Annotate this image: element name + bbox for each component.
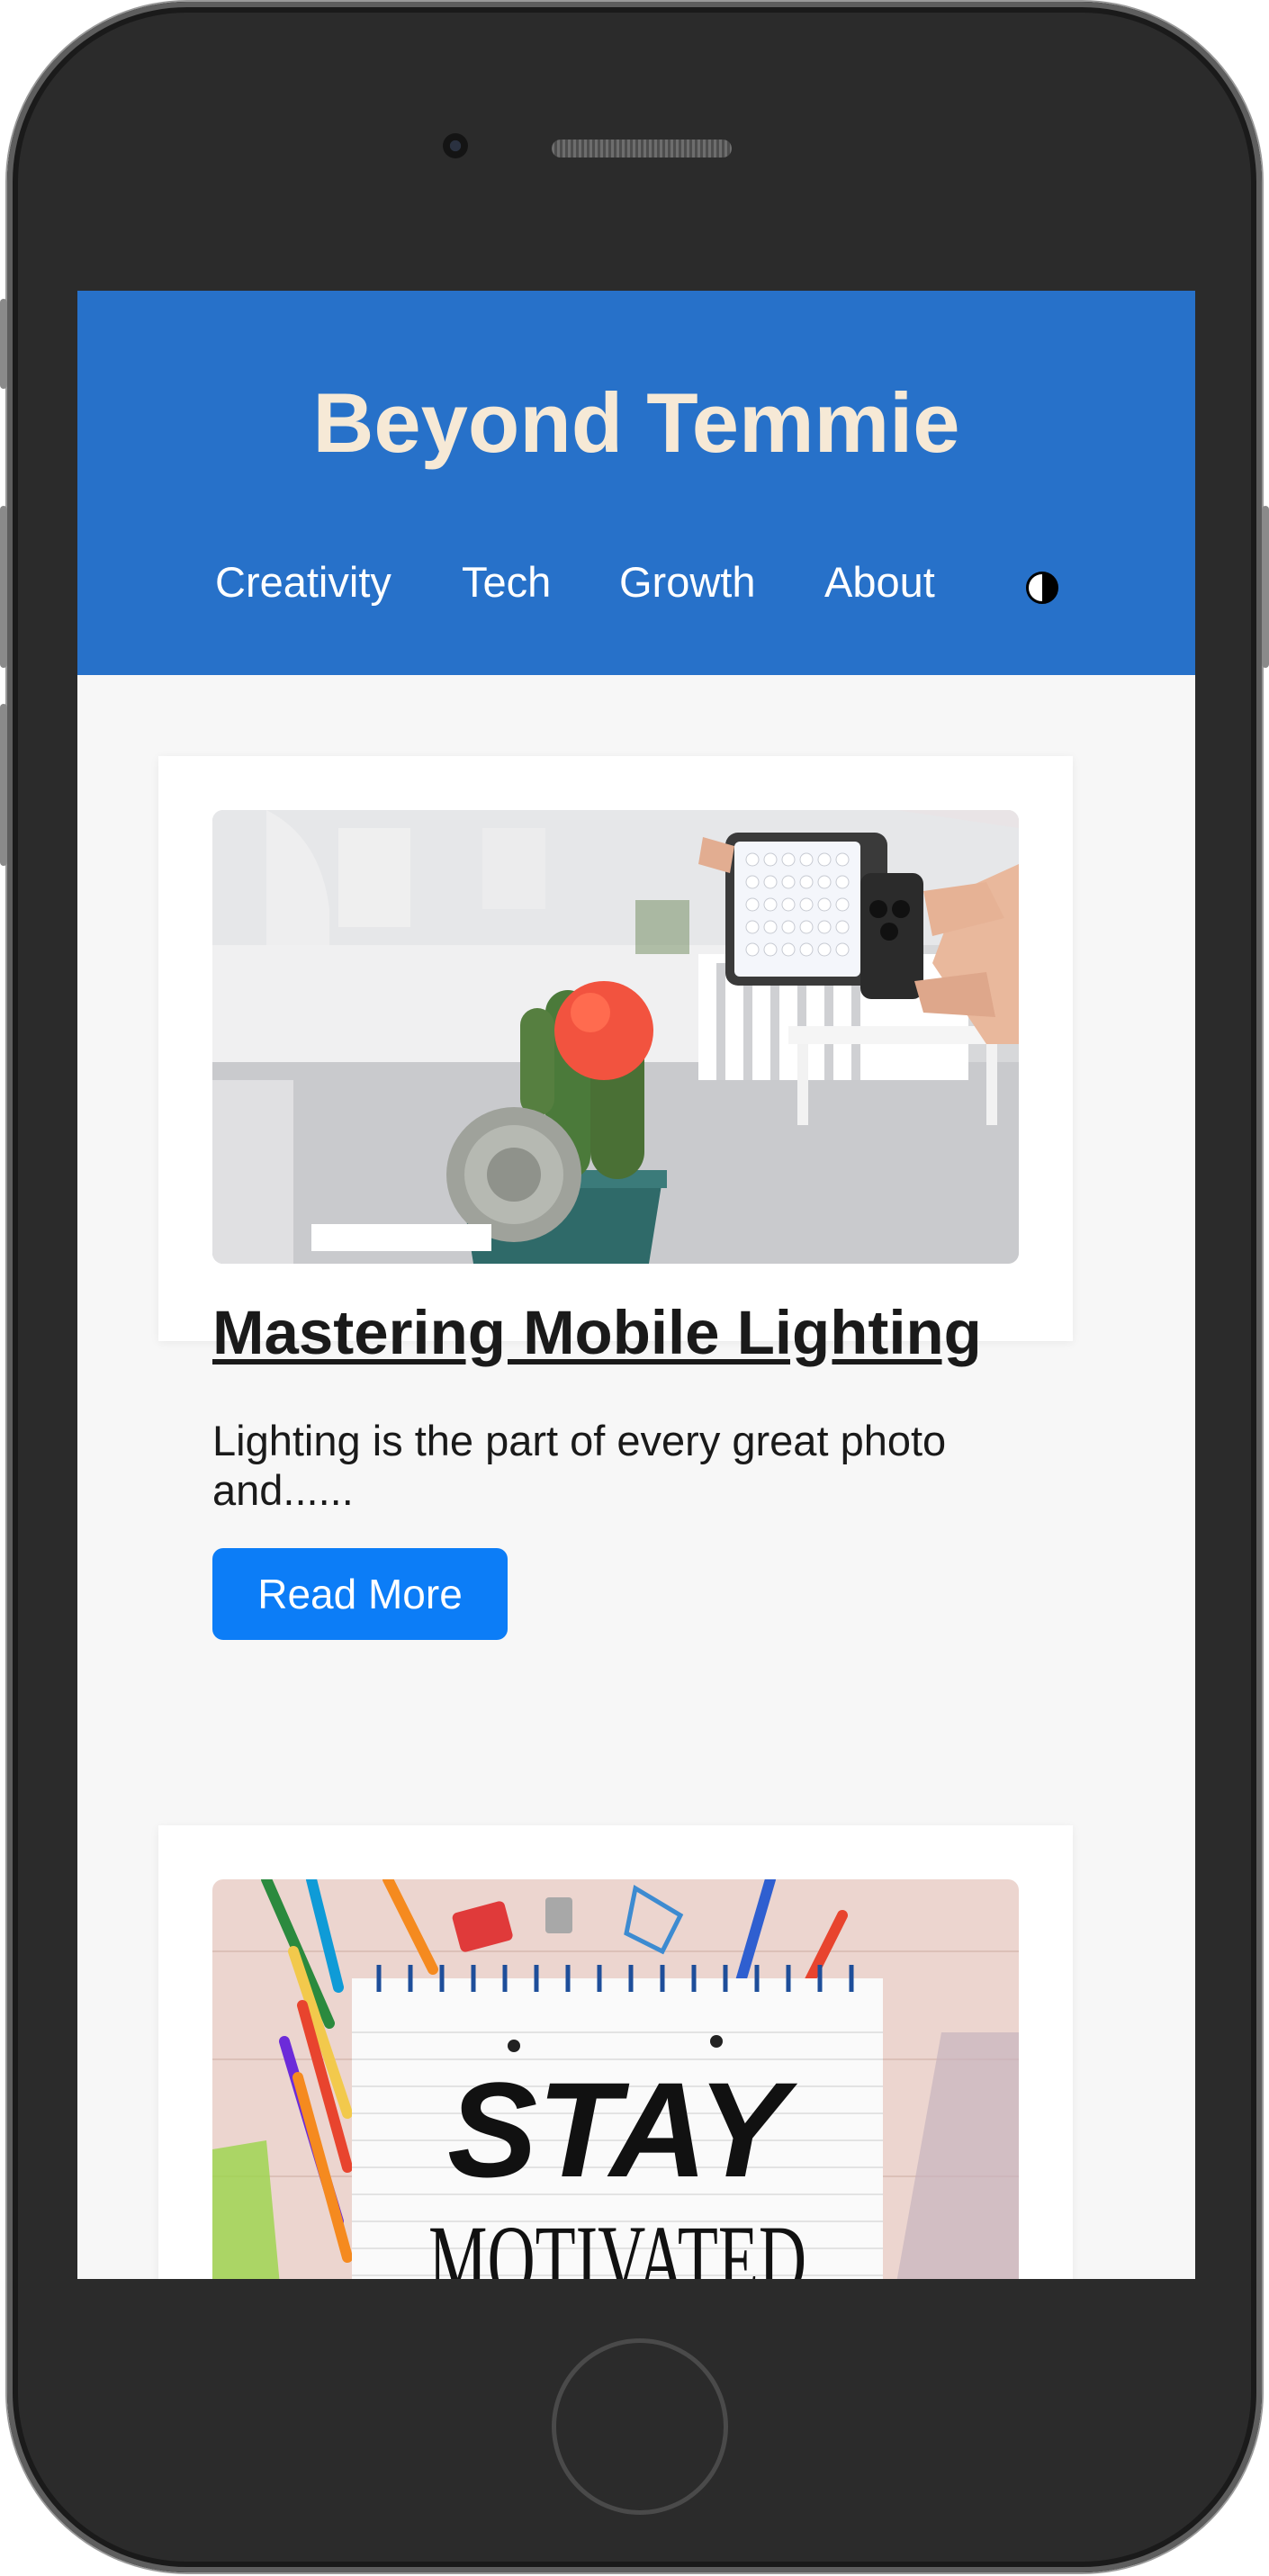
- post-card: STAY MOTIVATED: [158, 1825, 1073, 2279]
- theme-toggle-icon[interactable]: [1026, 572, 1058, 604]
- post-card: Mastering Mobile Lighting Lighting is th…: [158, 756, 1073, 1640]
- phone-frame: Beyond Temmie Creativity Tech Growth Abo…: [0, 2, 1269, 2572]
- volume-up-button: [0, 506, 7, 668]
- site-header: Beyond Temmie Creativity Tech Growth Abo…: [77, 291, 1195, 675]
- post-excerpt: Lighting is the part of every great phot…: [212, 1417, 947, 1514]
- site-title: Beyond Temmie: [312, 375, 960, 470]
- motivated-text: MOTIVATED: [428, 2205, 806, 2279]
- earpiece-speaker: [552, 140, 732, 158]
- power-button: [1262, 506, 1269, 668]
- stay-text: STAY: [447, 2054, 798, 2205]
- nav-link-about[interactable]: About: [824, 561, 935, 603]
- lighting-photo: [212, 810, 1019, 1264]
- nav-link-creativity[interactable]: Creativity: [215, 561, 392, 603]
- post-image: STAY MOTIVATED: [212, 1879, 1019, 2279]
- front-camera: [443, 133, 468, 158]
- home-button[interactable]: [552, 2338, 728, 2515]
- nav-link-growth[interactable]: Growth: [619, 561, 756, 603]
- read-more-button[interactable]: Read More: [212, 1548, 508, 1640]
- motivation-photo: STAY MOTIVATED: [212, 1879, 1019, 2279]
- volume-down-button: [0, 704, 7, 866]
- post-title[interactable]: Mastering Mobile Lighting: [212, 1302, 1022, 1364]
- device-screen: Beyond Temmie Creativity Tech Growth Abo…: [77, 291, 1195, 2279]
- post-image: [212, 810, 1019, 1264]
- side-button: [0, 299, 7, 389]
- nav-link-tech[interactable]: Tech: [462, 561, 551, 603]
